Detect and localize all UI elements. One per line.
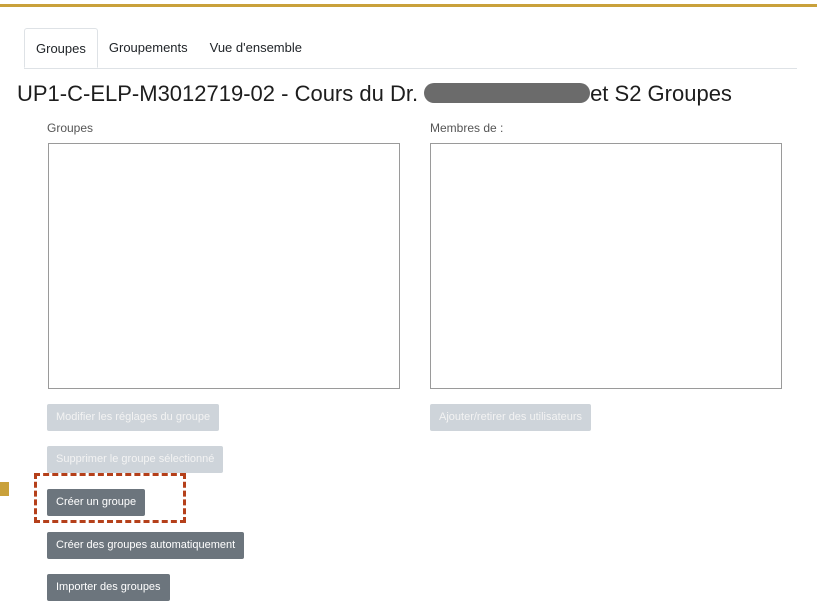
import-groups-button[interactable]: Importer des groupes: [47, 574, 170, 601]
redacted-name: [424, 83, 590, 103]
groups-listbox[interactable]: [48, 143, 400, 389]
auto-create-groups-button[interactable]: Créer des groupes automatiquement: [47, 532, 245, 559]
page-title-suffix: et S2 Groupes: [590, 81, 732, 106]
tab-groupes[interactable]: Groupes: [24, 28, 98, 68]
members-listbox[interactable]: [430, 143, 782, 389]
tab-groupements[interactable]: Groupements: [98, 28, 199, 68]
pointer-marker: [0, 482, 9, 496]
tab-bar: Groupes Groupements Vue d'ensemble: [24, 28, 797, 69]
edit-group-settings-button[interactable]: Modifier les réglages du groupe: [47, 404, 220, 431]
members-label: Membres de :: [430, 121, 504, 135]
add-remove-users-button[interactable]: Ajouter/retirer des utilisateurs: [430, 404, 592, 431]
page-title: UP1-C-ELP-M3012719-02 - Cours du Dr. et S…: [17, 81, 732, 107]
top-accent-rule: [0, 4, 817, 7]
create-group-button[interactable]: Créer un groupe: [47, 489, 146, 516]
groups-label: Groupes: [47, 121, 94, 135]
page-title-prefix: UP1-C-ELP-M3012719-02 - Cours du Dr.: [17, 81, 419, 106]
delete-selected-group-button[interactable]: Supprimer le groupe sélectionné: [47, 446, 224, 473]
tab-vue-ensemble[interactable]: Vue d'ensemble: [199, 28, 313, 68]
